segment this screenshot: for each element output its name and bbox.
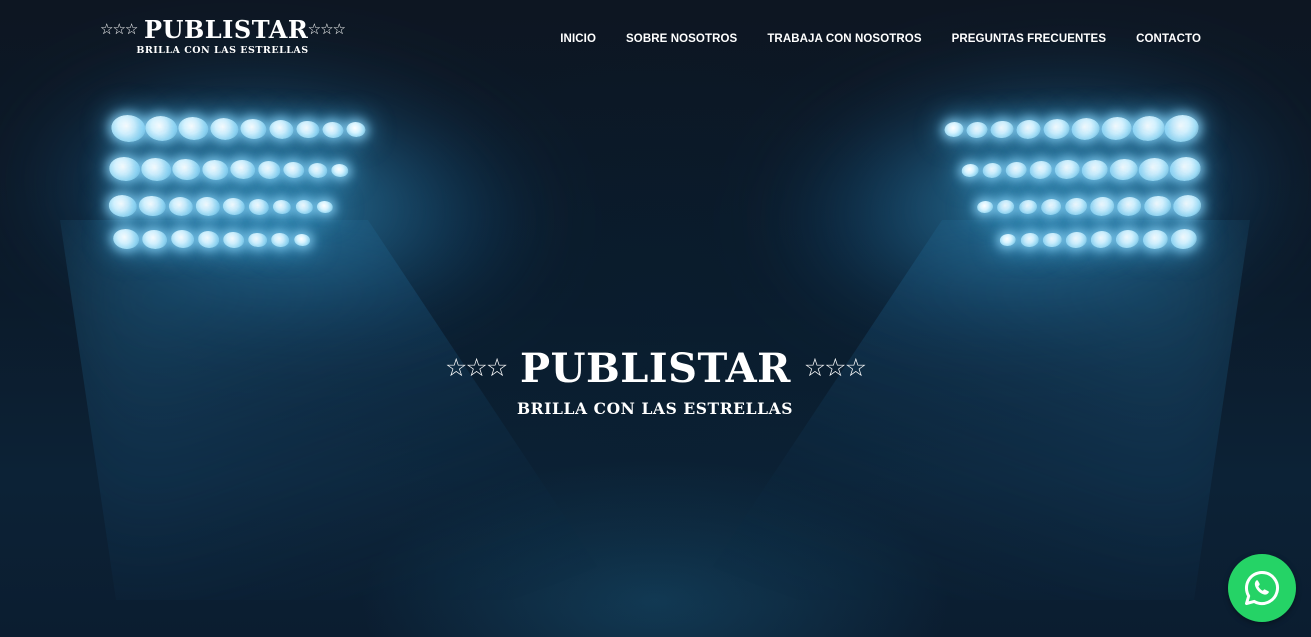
floodlight-lamp xyxy=(307,162,328,178)
floodlight-lamp xyxy=(197,231,221,249)
nav-item-preguntas-frecuentes: PREGUNTAS FRECUENTES xyxy=(922,32,1107,46)
floodlight-lamp xyxy=(247,232,268,248)
nav-item-trabaja-con-nosotros: TRABAJA CON NOSOTROS xyxy=(737,32,921,46)
floodlight-lamp xyxy=(230,160,256,180)
floodlight-lamp xyxy=(1131,115,1166,141)
floodlight-lamp xyxy=(140,157,172,181)
floodlight-lamp xyxy=(141,229,168,249)
floodlight-lamp xyxy=(247,198,270,215)
main-nav: INICIO SOBRE NOSOTROS TRABAJA CON NOSOTR… xyxy=(560,32,1201,46)
floodlight-lamp xyxy=(330,163,349,178)
floodlight-lamp xyxy=(321,121,344,138)
floodlight-lamp xyxy=(1116,196,1143,216)
floodlight-lamp xyxy=(1170,229,1198,250)
floodlight-lamp xyxy=(272,199,292,215)
floodlight-lamp xyxy=(268,119,295,139)
floodlight-lamp xyxy=(1172,195,1202,217)
right-floodlight xyxy=(910,105,1220,255)
header-logo-tagline: BRILLA CON LAS ESTRELLAS xyxy=(136,45,309,56)
floodlight-lamp xyxy=(1065,231,1087,248)
floodlight-lamp xyxy=(108,157,142,182)
floodlight-lamp xyxy=(1163,115,1200,142)
floodlight-lamp xyxy=(943,122,964,138)
floodlight-lamp xyxy=(222,198,246,216)
floodlight-lamp xyxy=(295,200,314,214)
floodlight-lamp xyxy=(110,115,147,142)
site-header: ☆☆☆ PUBLISTAR ☆☆☆ BRILLA CON LAS ESTRELL… xyxy=(0,0,1311,80)
floodlight-lamp xyxy=(1070,117,1101,140)
hero-logo: ☆☆☆ PUBLISTAR ☆☆☆ BRILLA CON LAS ESTRELL… xyxy=(445,345,867,421)
hero-background: ☆☆☆ PUBLISTAR ☆☆☆ BRILLA CON LAS ESTRELL… xyxy=(0,0,1311,637)
floodlight-lamp xyxy=(1115,230,1140,249)
floodlight-lamp xyxy=(223,231,245,248)
floodlight-lamp xyxy=(999,234,1017,247)
nav-link-contacto[interactable]: CONTACTO xyxy=(1106,32,1201,46)
floodlight-lamp xyxy=(271,233,290,247)
floodlight-lamp xyxy=(990,120,1015,139)
floodlight-lamp xyxy=(961,163,980,178)
hero-logo-tagline: BRILLA CON LAS ESTRELLAS xyxy=(516,399,794,418)
floodlight-lamp xyxy=(1138,157,1170,181)
floodlight-lamp xyxy=(1042,118,1071,140)
header-logo-stars-left: ☆☆☆ xyxy=(100,20,138,38)
floodlight-lamp xyxy=(195,197,221,216)
floodlight-lamp xyxy=(257,161,281,179)
header-logo-link[interactable]: ☆☆☆ PUBLISTAR ☆☆☆ BRILLA CON LAS ESTRELL… xyxy=(100,15,346,62)
nav-item-contacto: CONTACTO xyxy=(1106,32,1201,46)
hero-logo-stars-right: ☆☆☆ xyxy=(803,353,867,382)
floodlight-lamp xyxy=(1143,195,1172,217)
floodlight-lamp xyxy=(138,195,167,217)
floodlight-lamp xyxy=(171,158,201,181)
floodlight-lamp xyxy=(170,230,195,249)
floodlight-lamp xyxy=(966,121,989,138)
floodlight-lamp xyxy=(295,120,320,139)
left-floodlight xyxy=(90,105,400,255)
floodlight-lamp xyxy=(1168,157,1202,182)
floodlight-lamp xyxy=(293,234,311,247)
hero-logo-stars-left: ☆☆☆ xyxy=(445,353,508,382)
floodlight-lamp xyxy=(1015,119,1042,139)
floodlight-lamp xyxy=(144,115,179,141)
nav-link-inicio[interactable]: INICIO xyxy=(560,32,596,46)
floodlight-lamp xyxy=(1042,232,1063,248)
floodlight-lamp xyxy=(1089,231,1113,249)
floodlight-lamp xyxy=(1142,229,1169,249)
floodlight-lamp xyxy=(112,229,140,250)
floodlight-lamp xyxy=(108,195,138,217)
floodlight-lamp xyxy=(1064,198,1088,216)
floodlight-lamp xyxy=(1089,197,1115,216)
floodlight-lamp xyxy=(1100,116,1133,141)
floodlight-lamp xyxy=(982,162,1003,178)
floodlight-lamp xyxy=(1109,158,1139,181)
floodlight-lamp xyxy=(177,116,210,141)
nav-item-sobre-nosotros: SOBRE NOSOTROS xyxy=(596,32,737,46)
nav-link-sobre-nosotros[interactable]: SOBRE NOSOTROS xyxy=(596,32,737,46)
nav-item-inicio: INICIO xyxy=(560,32,596,46)
nav-link-preguntas-frecuentes[interactable]: PREGUNTAS FRECUENTES xyxy=(922,32,1107,46)
floodlight-lamp xyxy=(346,122,367,138)
floodlight-lamp xyxy=(1005,162,1028,179)
floodlight-lamp xyxy=(167,196,194,216)
floodlight-lamp xyxy=(976,201,994,214)
whatsapp-icon xyxy=(1242,568,1282,608)
floodlight-lamp xyxy=(282,162,305,179)
header-logo-brand: PUBLISTAR xyxy=(144,15,309,44)
floodlight-lamp xyxy=(209,117,240,140)
whatsapp-button[interactable] xyxy=(1228,554,1296,622)
floodlight-lamp xyxy=(201,159,229,180)
floodlight-lamp xyxy=(1040,198,1063,215)
header-logo-stars-right: ☆☆☆ xyxy=(307,20,346,38)
floodlight-lamp xyxy=(1029,161,1053,179)
floodlight-lamp xyxy=(239,118,268,140)
floodlight-lamp xyxy=(1018,199,1038,215)
nav-link-trabaja-con-nosotros[interactable]: TRABAJA CON NOSOTROS xyxy=(737,32,921,46)
floodlight-lamp xyxy=(316,201,334,214)
floodlight-lamp xyxy=(1081,159,1109,180)
floodlight-lamp xyxy=(996,200,1015,214)
hero-logo-brand: PUBLISTAR xyxy=(520,345,791,392)
floodlight-lamp xyxy=(1054,160,1080,180)
floodlight-lamp xyxy=(1020,233,1039,247)
